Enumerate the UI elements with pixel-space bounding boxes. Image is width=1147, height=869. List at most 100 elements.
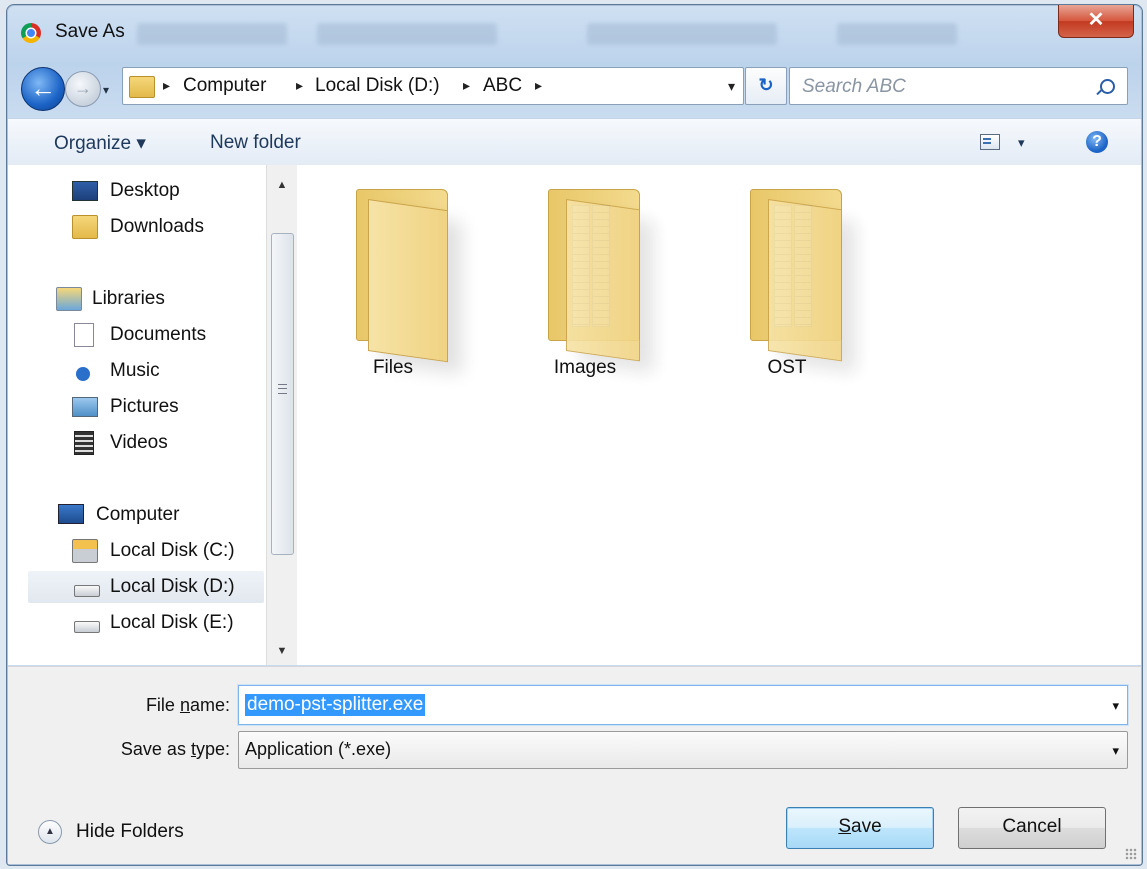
sidebar-item-downloads[interactable]: Downloads — [72, 211, 262, 243]
navigation-pane-scrollbar[interactable]: ▲ ▼ — [266, 165, 297, 665]
music-icon — [76, 367, 90, 381]
sidebar-item-label: Pictures — [110, 396, 179, 417]
sidebar-item-label: Local Disk (C:) — [110, 540, 235, 561]
sidebar-item-local-disk-e[interactable]: Local Disk (E:) — [72, 607, 262, 639]
folder-item-images[interactable]: Images — [510, 185, 660, 385]
chrome-app-icon — [21, 23, 41, 43]
label-text: ame: — [189, 695, 230, 715]
save-form-panel: File name: demo-pst-splitter.exe ▾ Save … — [8, 666, 1141, 864]
search-placeholder: Search ABC — [802, 76, 906, 97]
folder-front-flap — [566, 199, 640, 362]
folder-item-files[interactable]: Files — [318, 185, 468, 385]
search-icon[interactable] — [1100, 79, 1115, 94]
navigation-pane: Desktop Downloads Libraries Documents Mu… — [8, 165, 264, 665]
button-label: ave — [851, 816, 882, 837]
sidebar-item-label: Videos — [110, 432, 168, 453]
breadcrumb-local-disk-d[interactable]: Local Disk (D:) — [315, 75, 440, 97]
breadcrumb-separator[interactable]: ▸ — [535, 77, 542, 94]
address-bar[interactable]: ▸ Computer ▸ Local Disk (D:) ▸ ABC ▸ ▾ — [122, 67, 744, 105]
sidebar-item-label: Desktop — [110, 180, 180, 201]
navigation-bar: ← → ▾ ▸ Computer ▸ Local Disk (D:) ▸ ABC… — [7, 57, 1142, 111]
content-area: Desktop Downloads Libraries Documents Mu… — [8, 165, 1141, 665]
sidebar-item-label: Documents — [110, 324, 207, 345]
save-as-dialog: Save As ✕ ← → ▾ ▸ Computer ▸ Local Disk … — [6, 4, 1143, 866]
label-accelerator: n — [179, 695, 190, 715]
sidebar-item-local-disk-d[interactable]: Local Disk (D:) — [28, 571, 264, 603]
sidebar-item-label: Computer — [96, 504, 180, 525]
file-name-dropdown-arrow[interactable]: ▾ — [1112, 698, 1119, 714]
label-text: ype: — [195, 739, 230, 759]
view-options-dropdown[interactable]: ▾ — [1018, 135, 1025, 151]
chevron-up-icon: ▲ — [38, 820, 62, 844]
grip-icon — [278, 384, 287, 394]
folder-name: OST — [767, 357, 807, 378]
file-name-label: File name: — [20, 695, 230, 716]
save-as-type-label: Save as type: — [20, 739, 230, 760]
sidebar-item-documents[interactable]: Documents — [72, 319, 262, 351]
back-button[interactable]: ← — [21, 67, 65, 111]
folder-item-ost[interactable]: OST — [712, 185, 862, 385]
folder-icon — [129, 76, 155, 98]
breadcrumb-separator[interactable]: ▸ — [163, 77, 170, 94]
forward-button[interactable]: → — [65, 71, 101, 107]
folder-name: Images — [553, 357, 617, 378]
sidebar-item-label: Downloads — [110, 216, 204, 237]
sidebar-item-label: Libraries — [92, 288, 165, 309]
folder-name: Files — [372, 357, 414, 378]
label-text: File — [145, 695, 180, 715]
search-input[interactable]: Search ABC — [789, 67, 1128, 105]
label-text: Save as — [120, 739, 191, 759]
scrollbar-thumb[interactable] — [271, 233, 294, 555]
file-list-pane: Files Images OST — [298, 165, 1141, 665]
sidebar-item-pictures[interactable]: Pictures — [72, 391, 262, 423]
videos-icon — [74, 431, 94, 455]
breadcrumb-separator[interactable]: ▸ — [296, 77, 303, 94]
scroll-down-arrow[interactable]: ▼ — [267, 637, 297, 665]
save-as-type-dropdown-arrow[interactable]: ▾ — [1112, 743, 1119, 759]
libraries-icon — [56, 287, 82, 311]
window-title: Save As — [55, 21, 125, 42]
desktop-icon — [72, 181, 98, 201]
scroll-up-arrow[interactable]: ▲ — [267, 171, 297, 199]
sidebar-item-libraries[interactable]: Libraries — [56, 283, 262, 315]
new-folder-button[interactable]: New folder — [210, 132, 301, 154]
resize-grip-icon[interactable] — [1125, 848, 1137, 860]
title-bar[interactable]: Save As ✕ — [7, 5, 1142, 53]
background-taskbar-blur — [137, 23, 957, 45]
breadcrumb-separator[interactable]: ▸ — [463, 77, 470, 94]
recent-pages-dropdown[interactable]: ▾ — [103, 83, 109, 97]
documents-icon — [74, 323, 94, 347]
help-icon[interactable]: ? — [1086, 131, 1108, 153]
sidebar-item-label: Music — [110, 360, 160, 381]
change-view-icon[interactable] — [980, 134, 1000, 150]
close-button[interactable]: ✕ — [1058, 5, 1134, 38]
sidebar-item-label: Local Disk (D:) — [110, 576, 235, 597]
sidebar-item-desktop[interactable]: Desktop — [72, 175, 262, 207]
file-name-value[interactable]: demo-pst-splitter.exe — [245, 694, 426, 716]
address-dropdown-arrow[interactable]: ▾ — [728, 78, 735, 95]
breadcrumb-computer[interactable]: Computer — [183, 75, 266, 97]
refresh-button[interactable]: ↻ — [745, 67, 787, 105]
save-as-type-value: Application (*.exe) — [245, 739, 392, 759]
sidebar-item-videos[interactable]: Videos — [72, 427, 262, 459]
folder-front-flap — [768, 199, 842, 362]
folder-front-flap — [368, 199, 448, 363]
downloads-icon — [72, 215, 98, 239]
drive-icon — [74, 585, 100, 597]
breadcrumb-abc[interactable]: ABC — [483, 75, 522, 97]
button-accelerator: S — [838, 816, 852, 837]
sidebar-item-local-disk-c[interactable]: Local Disk (C:) — [72, 535, 262, 567]
save-button[interactable]: Save — [786, 807, 934, 849]
file-name-field[interactable]: demo-pst-splitter.exe ▾ — [238, 685, 1128, 725]
pictures-icon — [72, 397, 98, 417]
sidebar-item-computer[interactable]: Computer — [56, 499, 262, 531]
computer-icon — [58, 504, 84, 524]
organize-menu[interactable]: Organize ▾ — [54, 132, 146, 155]
sidebar-item-music[interactable]: Music — [72, 355, 262, 387]
hide-folders-label: Hide Folders — [76, 821, 184, 842]
cancel-button[interactable]: Cancel — [958, 807, 1106, 849]
command-toolbar: Organize ▾ New folder ▾ ? — [8, 118, 1141, 166]
drive-icon — [74, 621, 100, 633]
sidebar-item-label: Local Disk (E:) — [110, 612, 234, 633]
save-as-type-select[interactable]: Application (*.exe) ▾ — [238, 731, 1128, 769]
